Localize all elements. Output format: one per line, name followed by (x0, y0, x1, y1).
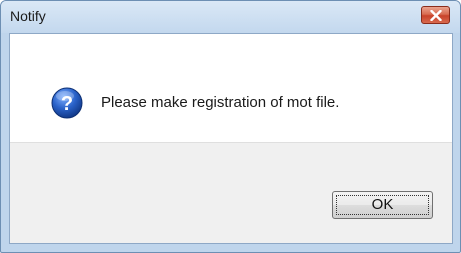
dialog-body: ? Please make registration of mot file. … (9, 33, 453, 244)
title-bar[interactable]: Notify (1, 1, 460, 33)
message-area: ? Please make registration of mot file. (10, 34, 452, 142)
svg-text:?: ? (61, 93, 73, 115)
window-title: Notify (10, 8, 46, 24)
message-text: Please make registration of mot file. (101, 94, 340, 111)
button-area: OK (10, 142, 452, 243)
question-icon: ? (51, 87, 83, 119)
close-icon (430, 10, 442, 21)
dialog-window: Notify ? Please make registration of mot… (0, 0, 461, 253)
close-button[interactable] (421, 6, 450, 24)
ok-button-label: OK (371, 195, 394, 213)
ok-button[interactable]: OK (332, 191, 433, 219)
